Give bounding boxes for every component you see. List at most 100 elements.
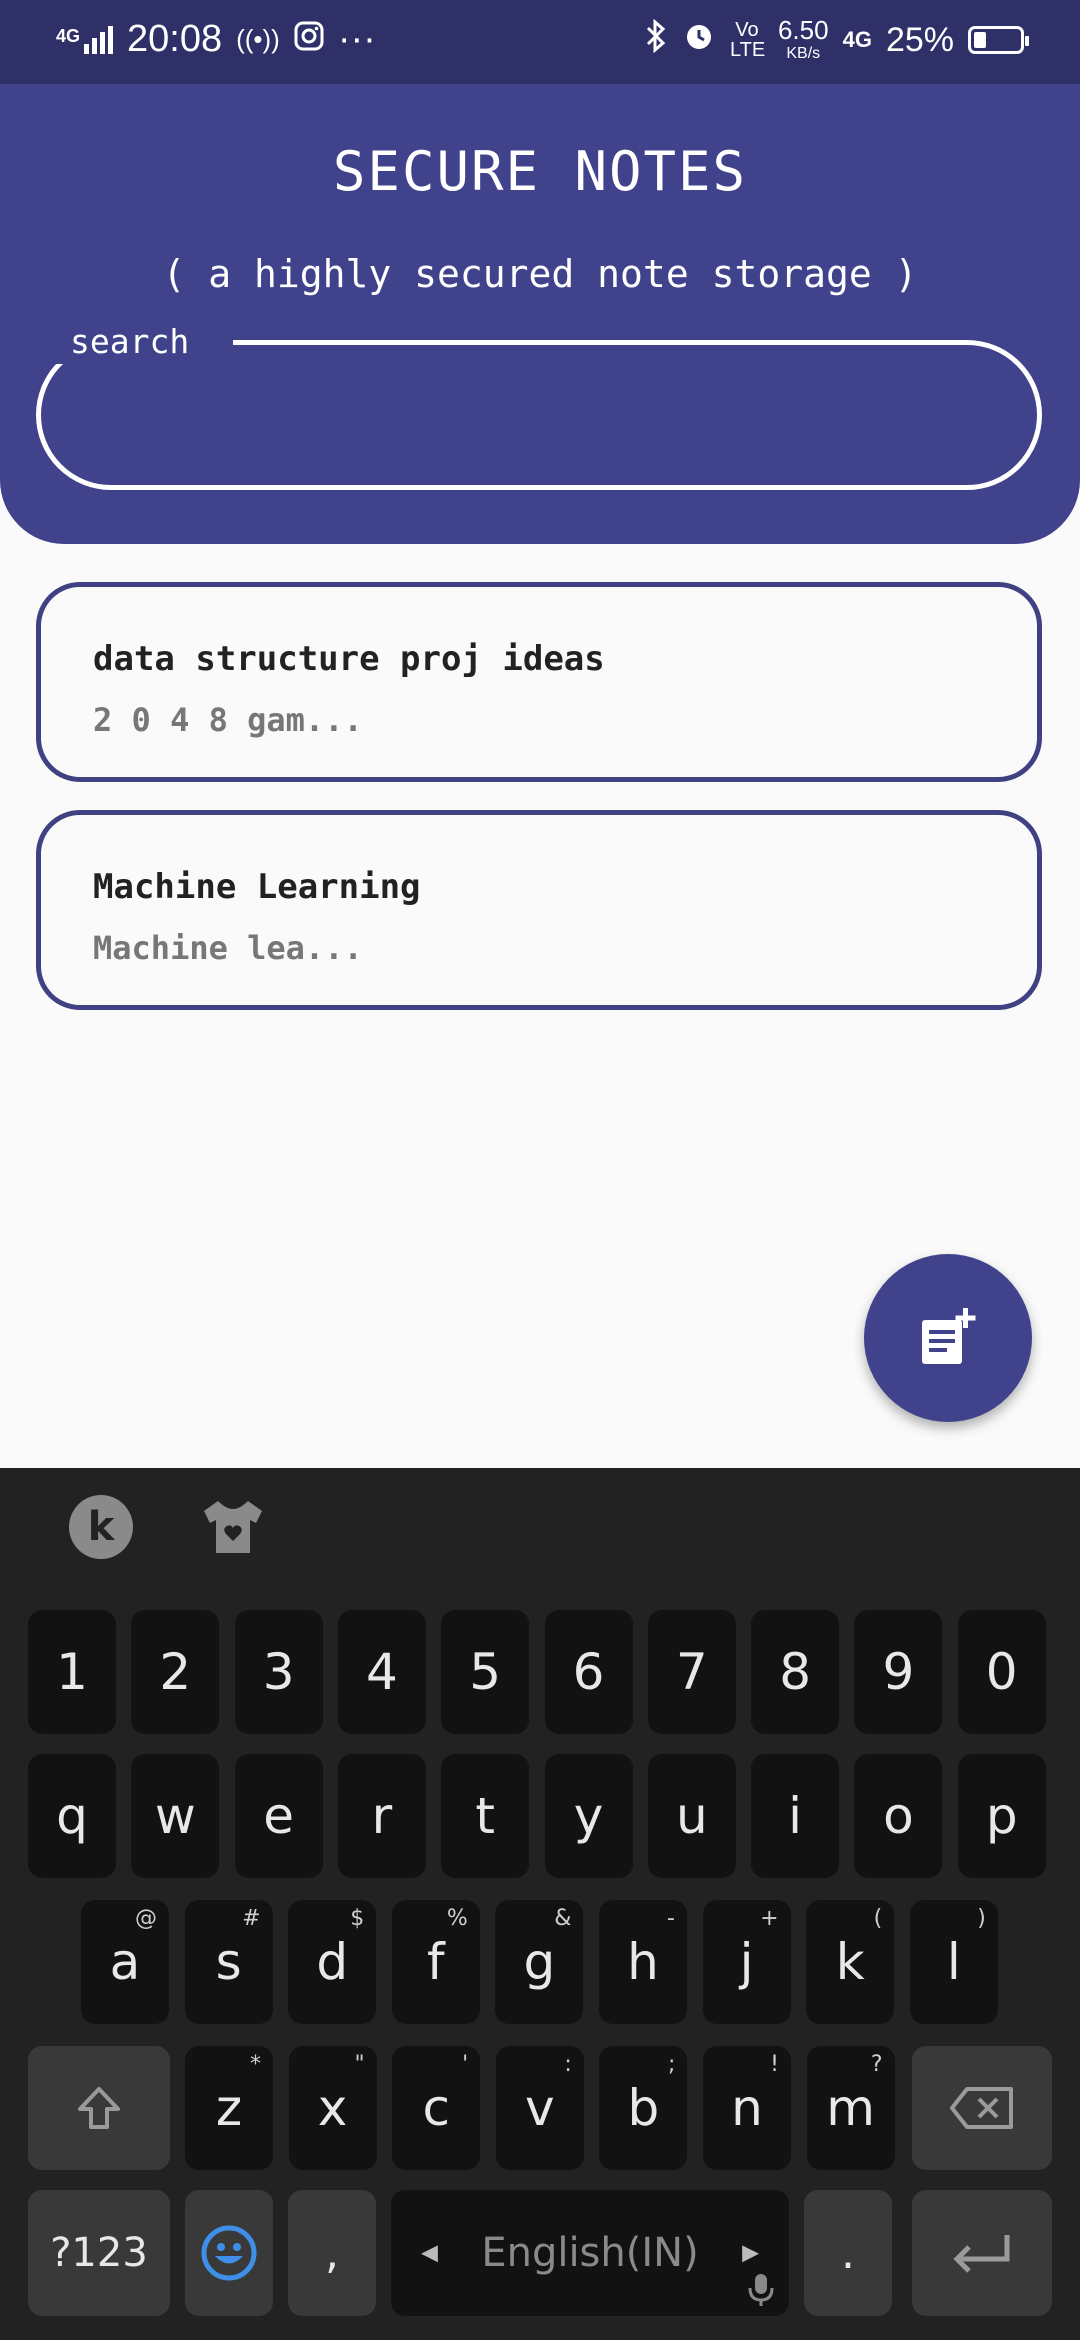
key-a[interactable]: a @ [81,1900,169,2024]
clock: 20:08 [127,18,223,60]
net-speed: 6.50 KB/s [778,16,829,64]
key-4[interactable]: 4 [337,1610,426,1734]
key-label: k [835,1933,865,1991]
battery-icon [968,26,1029,54]
key-label: t [475,1787,495,1845]
search-label: search [40,320,234,364]
key-label: v [525,2079,555,2137]
instagram-icon [294,18,324,61]
key-label: 0 [985,1643,1018,1701]
key-label: 4 [365,1643,398,1701]
theme-shirt-icon[interactable] [200,1494,266,1560]
search-input[interactable] [80,384,980,454]
microphone-icon [748,2274,774,2306]
note-card[interactable]: data structure proj ideas 2 0 4 8 gam... [36,582,1042,782]
kika-icon[interactable]: k [68,1494,134,1560]
key-b[interactable]: b; [599,2046,688,2170]
key-label: j [739,1933,754,1991]
svg-text:k: k [88,1504,116,1550]
bluetooth-icon [644,18,668,62]
app-header: SECURE NOTES ( a highly secured note sto… [0,84,1080,544]
key-w[interactable]: w [131,1754,220,1878]
key-5[interactable]: 5 [441,1610,530,1734]
key-label: f [426,1933,445,1991]
backspace-icon [950,2087,1013,2129]
key-e[interactable]: e [234,1754,323,1878]
network-type: 4G [56,25,81,46]
shift-icon [78,2087,120,2129]
key-n[interactable]: n! [703,2046,791,2170]
key-q[interactable]: q [28,1754,116,1878]
key-9[interactable]: 9 [854,1610,943,1734]
key-v[interactable]: v: [495,2046,584,2170]
key-y[interactable]: y [544,1754,633,1878]
enter-icon [953,2235,1010,2273]
key-k[interactable]: k( [806,1900,895,2024]
note-title: Machine Learning [93,867,421,907]
key-0[interactable]: 0 [957,1610,1046,1734]
shift-key[interactable] [28,2046,170,2170]
key-hint: " [354,2052,365,2077]
volte-indicator: Vo LTE [729,19,766,61]
key-hint: ' [462,2052,469,2077]
key-u[interactable]: u [647,1754,736,1878]
key-l[interactable]: l) [909,1900,998,2024]
key-label: m [826,2079,875,2137]
key-label: y [573,1787,604,1845]
signal-icon: 4G [56,25,114,54]
key-j[interactable]: j + [702,1900,791,2024]
space-bar[interactable]: English(IN) ◀ ▶ [391,2190,789,2316]
backspace-key[interactable] [912,2046,1052,2170]
key-hint: @ [135,1906,157,1931]
key-hint: * [250,2052,261,2077]
key-m[interactable]: m? [806,2046,895,2170]
symbols-key[interactable]: ?123 [28,2190,170,2316]
key-i[interactable]: i [751,1754,840,1878]
period-key[interactable]: . [804,2190,892,2316]
key-7[interactable]: 7 [647,1610,736,1734]
key-label: r [371,1787,393,1845]
key-f[interactable]: f% [391,1900,480,2024]
enter-key[interactable] [912,2190,1052,2316]
key-label: , [325,2227,339,2279]
key-6[interactable]: 6 [544,1610,633,1734]
key-2[interactable]: 2 [131,1610,220,1734]
key-label: 2 [159,1643,192,1701]
key-g[interactable]: g & [495,1900,584,2024]
key-p[interactable]: p [957,1754,1046,1878]
note-card[interactable]: Machine Learning Machine lea... [36,810,1042,1010]
key-label: 3 [262,1643,295,1701]
hotspot-icon: ((•)) [236,24,280,54]
key-label: 7 [675,1643,708,1701]
key-label: x [317,2079,348,2137]
key-label: i [788,1787,803,1845]
key-hint: ! [770,2052,779,2077]
key-hint: ) [977,1906,986,1931]
comma-key[interactable]: , [288,2190,376,2316]
key-c[interactable]: c ' [392,2046,481,2170]
key-hint: # [242,1906,261,1931]
key-label: g [523,1933,556,1991]
key-hint: ( [873,1906,883,1931]
key-hint: & [554,1906,572,1931]
key-label: l [946,1933,961,1991]
add-note-button[interactable] [864,1254,1032,1422]
key-r[interactable]: r [337,1754,426,1878]
key-o[interactable]: o [854,1754,943,1878]
key-hint: ? [870,2052,883,2077]
key-z[interactable]: z * [185,2046,273,2170]
key-d[interactable]: d $ [288,1900,377,2024]
key-label: h [627,1933,659,1991]
key-s[interactable]: s # [184,1900,273,2024]
key-x[interactable]: x " [288,2046,377,2170]
page-title: SECURE NOTES [332,140,748,203]
key-8[interactable]: 8 [751,1610,840,1734]
key-h[interactable]: h- [599,1900,687,2024]
emoji-key[interactable] [185,2190,273,2316]
key-1[interactable]: 1 [28,1610,116,1734]
key-label: s [215,1933,242,1991]
key-t[interactable]: t [441,1754,530,1878]
key-hint: $ [350,1906,365,1931]
battery-percent: 25% [885,20,954,59]
key-3[interactable]: 3 [234,1610,323,1734]
